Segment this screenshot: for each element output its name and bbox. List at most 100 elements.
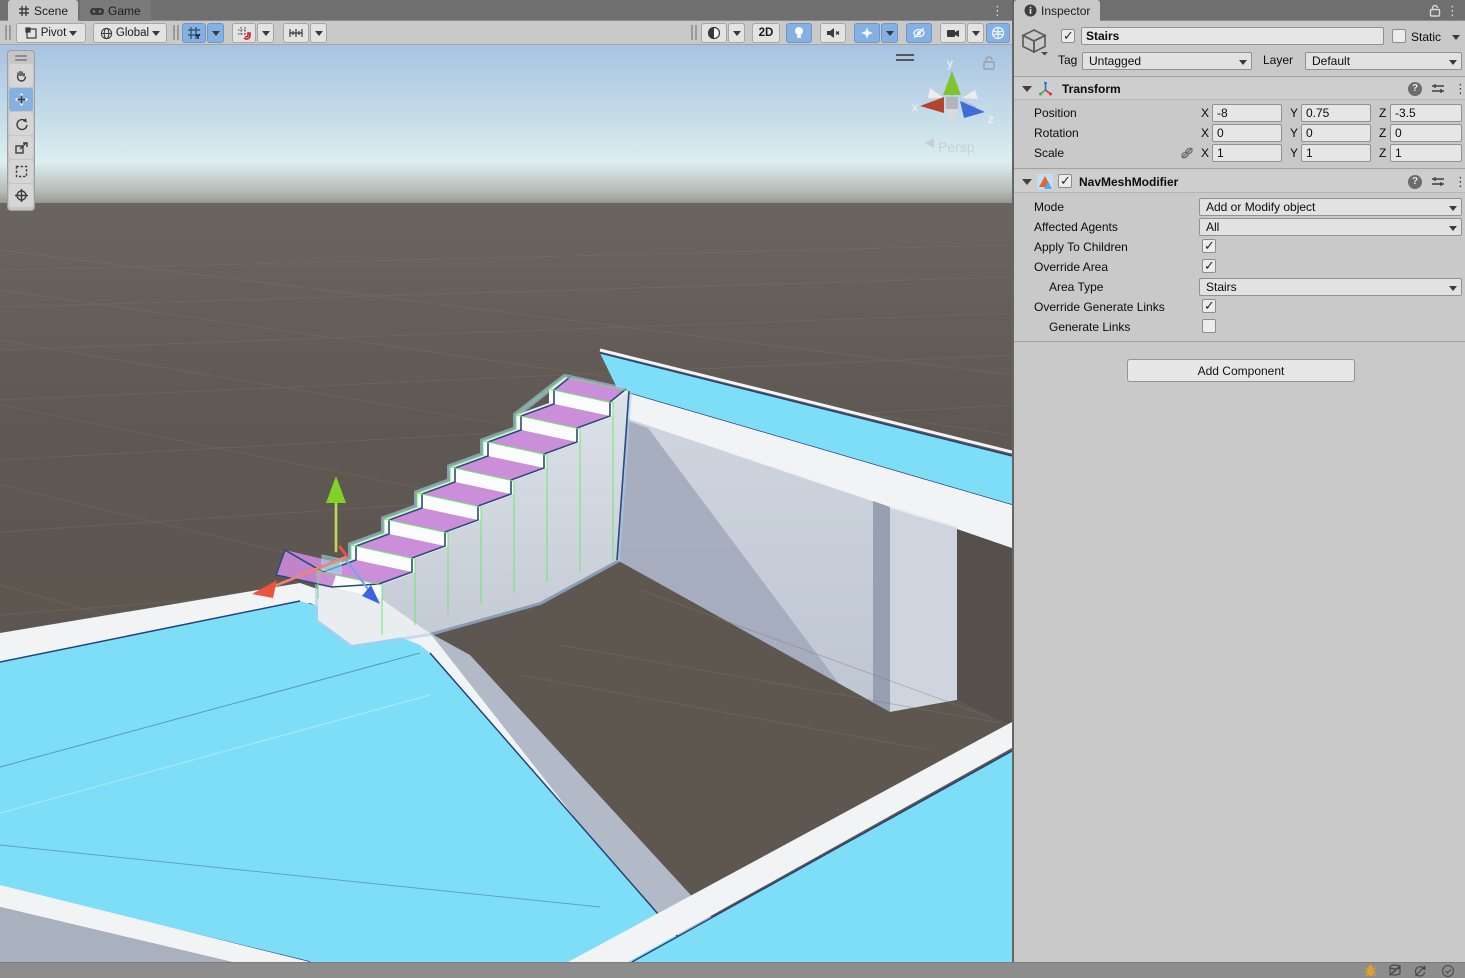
mode-label: Mode bbox=[1034, 200, 1064, 214]
layer-label: Layer bbox=[1263, 53, 1293, 67]
override-area-checkbox[interactable] bbox=[1202, 259, 1216, 273]
apply-to-children-checkbox[interactable] bbox=[1202, 239, 1216, 253]
transform-presets-icon[interactable] bbox=[1431, 82, 1445, 96]
unity-editor-window: Scene Game ⋮ Pivot Global bbox=[0, 0, 1465, 978]
affected-agents-dropdown[interactable]: All bbox=[1199, 218, 1462, 236]
global-button[interactable]: Global bbox=[93, 23, 167, 43]
2d-toggle-button[interactable]: 2D bbox=[752, 23, 780, 43]
inspector-panel: Inspector ⋮ Static Tag Untagged Layer De… bbox=[1012, 0, 1465, 962]
navmesh-help-icon[interactable]: ? bbox=[1408, 175, 1422, 189]
increment-snap-button[interactable] bbox=[283, 23, 309, 43]
snap-magnet-icon bbox=[237, 26, 251, 40]
scene-panel-menu-icon[interactable]: ⋮ bbox=[991, 0, 1004, 21]
position-y-field[interactable] bbox=[1301, 104, 1371, 122]
position-x-label: X bbox=[1201, 106, 1209, 120]
rect-tool[interactable] bbox=[9, 160, 33, 183]
move-tool[interactable] bbox=[9, 88, 33, 111]
position-label: Position bbox=[1034, 106, 1077, 120]
global-caret-icon bbox=[152, 31, 160, 40]
gameobject-name-field[interactable] bbox=[1081, 27, 1384, 45]
position-z-field[interactable] bbox=[1390, 104, 1462, 122]
area-type-label: Area Type bbox=[1049, 280, 1103, 294]
scene-viewport[interactable]: y x z Persp bbox=[0, 45, 1012, 962]
scale-x-field[interactable] bbox=[1212, 144, 1282, 162]
generate-links-label: Generate Links bbox=[1049, 320, 1130, 334]
scene-visibility-button[interactable] bbox=[906, 23, 932, 43]
gameobject-cube-icon[interactable] bbox=[1019, 26, 1049, 56]
layer-value: Default bbox=[1312, 54, 1350, 68]
scene-3d-render: y x z Persp bbox=[0, 45, 1012, 962]
navmesh-foldout-icon[interactable] bbox=[1022, 179, 1032, 190]
static-caret-icon[interactable] bbox=[1452, 35, 1460, 44]
transform-menu-icon[interactable]: ⋮ bbox=[1454, 78, 1465, 99]
navmesh-menu-icon[interactable]: ⋮ bbox=[1454, 171, 1465, 192]
add-component-button[interactable]: Add Component bbox=[1127, 359, 1355, 382]
audio-toggle-button[interactable] bbox=[820, 23, 846, 43]
navmeshmodifier-header[interactable]: NavMeshModifier ? ⋮ bbox=[1014, 171, 1465, 193]
eye-hidden-icon bbox=[912, 26, 926, 40]
transform-help-icon[interactable]: ? bbox=[1408, 82, 1422, 96]
area-type-dropdown[interactable]: Stairs bbox=[1199, 278, 1462, 296]
rotation-x-field[interactable] bbox=[1212, 124, 1282, 142]
shading-mode-caret[interactable] bbox=[728, 23, 745, 43]
camera-settings-caret[interactable] bbox=[967, 23, 984, 43]
navmesh-enabled-checkbox[interactable] bbox=[1058, 174, 1072, 188]
tab-scene[interactable]: Scene bbox=[8, 0, 78, 21]
lighting-toggle-button[interactable] bbox=[786, 23, 812, 43]
scale-label: Scale bbox=[1034, 146, 1064, 160]
camera-settings-button[interactable] bbox=[940, 23, 966, 43]
transform-header[interactable]: Transform ? ⋮ bbox=[1014, 78, 1465, 100]
rect-icon bbox=[14, 164, 29, 179]
override-generate-links-checkbox[interactable] bbox=[1202, 299, 1216, 313]
inspector-menu-icon[interactable]: ⋮ bbox=[1446, 0, 1459, 21]
tab-inspector[interactable]: Inspector bbox=[1014, 0, 1100, 21]
increment-snap-caret[interactable] bbox=[310, 23, 327, 43]
navmesh-presets-icon[interactable] bbox=[1431, 175, 1445, 189]
hand-tool[interactable] bbox=[9, 64, 33, 87]
gameobject-enabled-checkbox[interactable] bbox=[1061, 29, 1075, 43]
inspector-lock-icon[interactable] bbox=[1429, 4, 1441, 17]
static-checkbox[interactable] bbox=[1392, 29, 1406, 43]
toolbar-separator bbox=[173, 25, 179, 40]
effects-toggle-button[interactable] bbox=[854, 23, 880, 43]
layer-dropdown[interactable]: Default bbox=[1305, 52, 1462, 70]
position-y-label: Y bbox=[1290, 106, 1298, 120]
tag-dropdown[interactable]: Untagged bbox=[1082, 52, 1252, 70]
mode-dropdown[interactable]: Add or Modify object bbox=[1199, 198, 1462, 216]
snap-button[interactable] bbox=[232, 23, 256, 43]
rotation-y-field[interactable] bbox=[1301, 124, 1371, 142]
transform-foldout-icon[interactable] bbox=[1022, 86, 1032, 97]
scale-link-icon[interactable] bbox=[1180, 146, 1194, 160]
grid-visibility-caret[interactable] bbox=[207, 23, 224, 43]
2d-label: 2D bbox=[759, 27, 774, 39]
scale-y-label: Y bbox=[1290, 146, 1298, 160]
toolbar-drag-handle[interactable] bbox=[5, 25, 11, 40]
scale-x-label: X bbox=[1201, 146, 1209, 160]
scale-y-field[interactable] bbox=[1301, 144, 1371, 162]
tab-game[interactable]: Game bbox=[80, 0, 151, 21]
generate-links-checkbox[interactable] bbox=[1202, 319, 1216, 333]
rotate-icon bbox=[14, 116, 29, 131]
rotate-tool[interactable] bbox=[9, 112, 33, 135]
grid-visibility-button[interactable] bbox=[182, 23, 206, 43]
debugger-attached-icon[interactable] bbox=[1360, 963, 1380, 978]
scale-tool[interactable] bbox=[9, 136, 33, 159]
hand-icon bbox=[14, 68, 29, 83]
pivot-button[interactable]: Pivot bbox=[16, 23, 86, 43]
auto-refresh-disabled-icon[interactable] bbox=[1410, 963, 1430, 978]
rotation-x-label: X bbox=[1201, 126, 1209, 140]
cache-server-disabled-icon[interactable] bbox=[1385, 963, 1405, 978]
navmesh-title: NavMeshModifier bbox=[1079, 175, 1178, 189]
snap-caret[interactable] bbox=[257, 23, 274, 43]
transform-tool[interactable] bbox=[9, 184, 33, 207]
gizmos-button[interactable] bbox=[986, 23, 1010, 43]
lightbulb-icon bbox=[793, 26, 805, 40]
scale-z-field[interactable] bbox=[1390, 144, 1462, 162]
scene-toolbar: Pivot Global bbox=[0, 21, 1012, 45]
tools-drag-handle[interactable] bbox=[9, 53, 33, 63]
progress-idle-icon[interactable] bbox=[1438, 963, 1458, 978]
position-x-field[interactable] bbox=[1212, 104, 1282, 122]
rotation-z-field[interactable] bbox=[1390, 124, 1462, 142]
shading-mode-button[interactable] bbox=[701, 23, 727, 43]
effects-caret[interactable] bbox=[881, 23, 898, 43]
